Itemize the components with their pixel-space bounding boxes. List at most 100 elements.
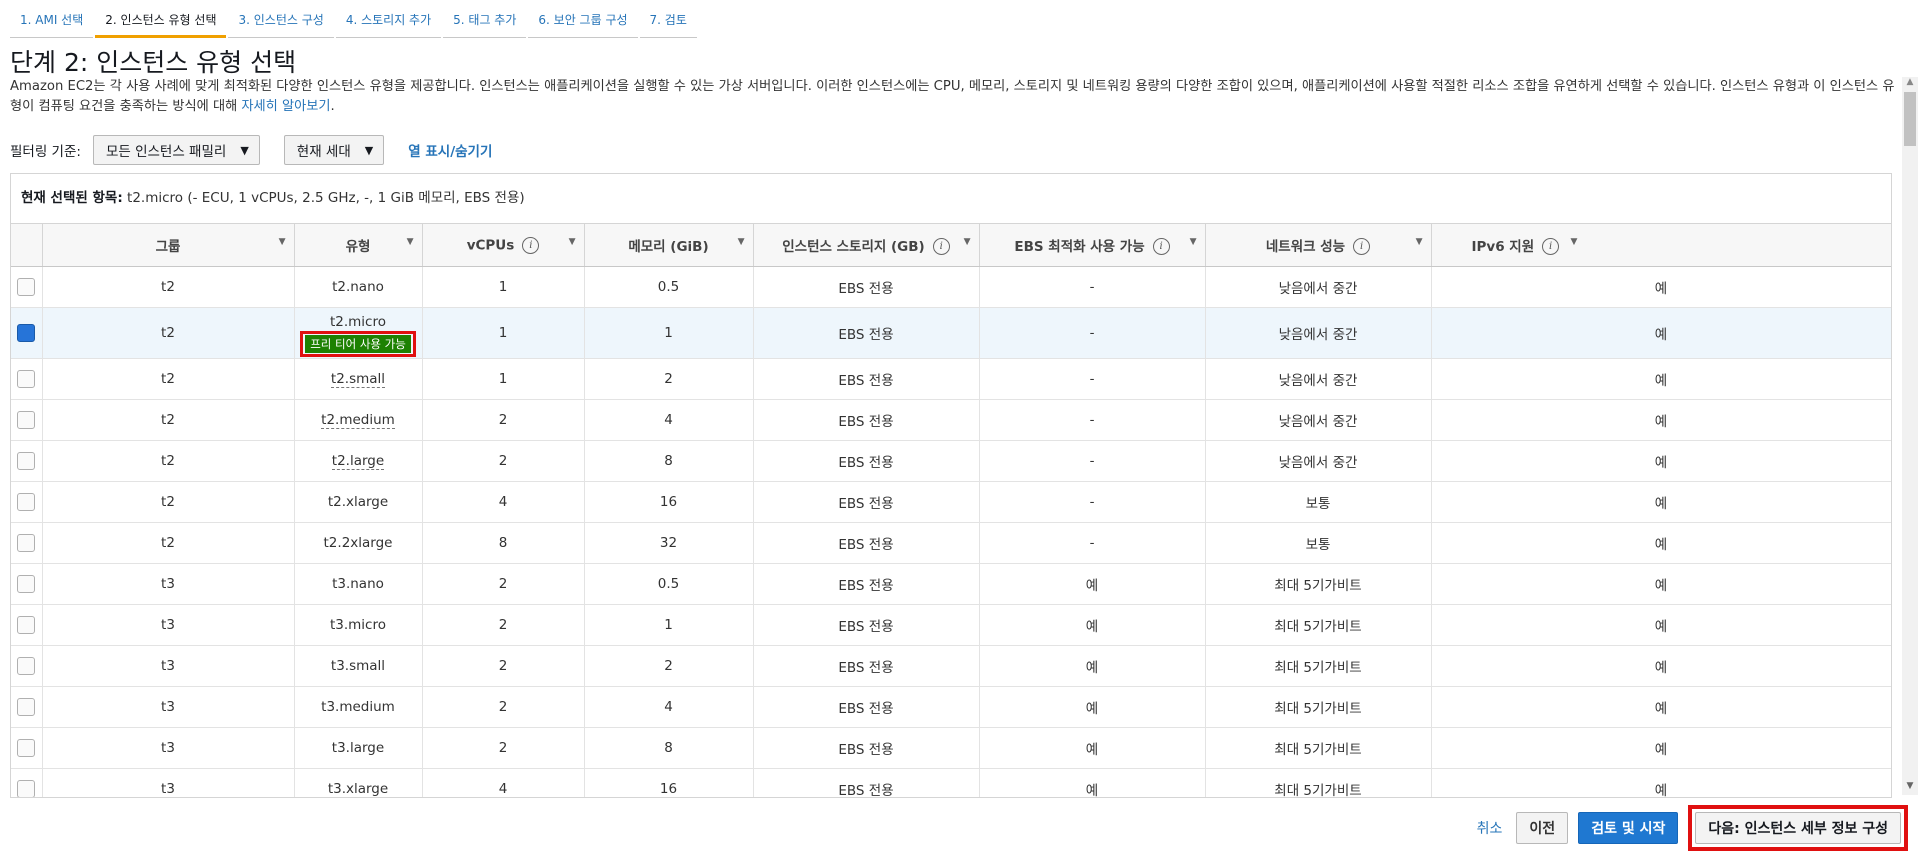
cell-type: t2.nano: [294, 266, 423, 308]
cell-network: 보통: [1205, 481, 1432, 523]
cell-type: t3.medium: [294, 686, 423, 728]
cell-ipv6: 예: [1431, 768, 1891, 797]
header-storage[interactable]: 인스턴스 스토리지 (GB) i ▼: [753, 224, 980, 267]
info-icon[interactable]: i: [522, 236, 540, 254]
cell-network-value: 최대 5기가비트: [1274, 701, 1362, 717]
table-row[interactable]: t3 t3.medium 2 4 EBS 전용 예 최대 5기가비트 예: [11, 686, 1891, 728]
tab-add-storage[interactable]: 4. 스토리지 추가: [335, 0, 442, 38]
info-icon[interactable]: i: [1542, 238, 1560, 256]
cell-memory: 0.5: [584, 563, 754, 605]
sort-icon: ▼: [1415, 237, 1423, 247]
cell-type: t3.large: [294, 727, 423, 769]
tab-configure-security-group[interactable]: 6. 보안 그룹 구성: [528, 0, 638, 38]
cell-storage: EBS 전용: [753, 440, 980, 482]
instance-type-name: t3.micro: [329, 617, 386, 633]
page-scrollbar[interactable]: ▲ ▼: [1902, 77, 1918, 795]
learn-more-link[interactable]: 자세히 알아보기: [241, 99, 330, 114]
row-checkbox[interactable]: [17, 534, 36, 552]
row-checkbox[interactable]: [17, 698, 36, 716]
cell-vcpus: 2: [422, 604, 585, 646]
table-row[interactable]: t3 t3.nano 2 0.5 EBS 전용 예 최대 5기가비트 예: [11, 563, 1891, 605]
previous-button[interactable]: 이전: [1516, 812, 1569, 844]
cell-vcpus-value: 2: [498, 576, 508, 592]
row-checkbox[interactable]: [17, 452, 36, 470]
cell-memory: 0.5: [584, 266, 754, 308]
cell-group: t2: [42, 307, 295, 359]
row-checkbox[interactable]: [17, 278, 36, 296]
row-checkbox[interactable]: [17, 616, 36, 634]
tab-configure-instance[interactable]: 3. 인스턴스 구성: [228, 0, 334, 38]
table-row[interactable]: t2 t2.nano 1 0.5 EBS 전용 - 낮음에서 중간 예: [11, 266, 1891, 308]
cell-memory-value: 4: [664, 699, 673, 715]
header-group[interactable]: 그룹 ▼: [42, 224, 295, 267]
type-wrap: t3.large: [295, 740, 422, 756]
table-row[interactable]: t2 t2.xlarge 4 16 EBS 전용 - 보통 예: [11, 481, 1891, 523]
table-row[interactable]: t3 t3.small 2 2 EBS 전용 예 최대 5기가비트 예: [11, 645, 1891, 687]
scroll-down-arrow-icon[interactable]: ▼: [1902, 781, 1918, 795]
instance-type-name: t3.medium: [321, 699, 395, 715]
row-checkbox[interactable]: [17, 370, 36, 388]
row-checkbox[interactable]: [17, 324, 36, 342]
cell-vcpus-value: 2: [498, 617, 508, 633]
generation-select[interactable]: 현재 세대 ▼: [283, 135, 385, 165]
row-checkbox[interactable]: [17, 739, 36, 757]
row-checkbox[interactable]: [17, 411, 36, 429]
info-icon[interactable]: i: [1152, 238, 1170, 256]
tab-review[interactable]: 7. 검토: [639, 0, 697, 38]
header-ebs[interactable]: EBS 최적화 사용 가능 i ▼: [979, 224, 1206, 267]
cell-group: t2: [42, 399, 295, 441]
instance-family-select[interactable]: 모든 인스턴스 패밀리 ▼: [92, 135, 260, 165]
header-vcpus[interactable]: vCPUs i ▼: [422, 224, 585, 267]
table-row[interactable]: t2 t2.2xlarge 8 32 EBS 전용 - 보통 예: [11, 522, 1891, 564]
instance-type-name: t3.large: [331, 740, 385, 756]
table-row[interactable]: t3 t3.xlarge 4 16 EBS 전용 예 최대 5기가비트 예: [11, 768, 1891, 798]
header-memory[interactable]: 메모리 (GiB) ▼: [584, 224, 754, 267]
cell-storage-value: EBS 전용: [838, 701, 894, 717]
table-row[interactable]: t2 t2.large 2 8 EBS 전용 - 낮음에서 중간 예: [11, 440, 1891, 482]
type-wrap: t2.medium: [295, 412, 422, 429]
cell-type: t3.xlarge: [294, 768, 423, 797]
cell-ebs-value: 예: [1085, 783, 1099, 798]
cell-vcpus-value: 1: [498, 279, 508, 295]
cell-ebs: -: [979, 399, 1206, 441]
scroll-thumb[interactable]: [1904, 92, 1916, 146]
cell-storage-value: EBS 전용: [838, 327, 894, 343]
table-row[interactable]: t3 t3.large 2 8 EBS 전용 예 최대 5기가비트 예: [11, 727, 1891, 769]
cell-type: t3.small: [294, 645, 423, 687]
cell-network: 최대 5기가비트: [1205, 604, 1432, 646]
cell-network: 낮음에서 중간: [1205, 440, 1432, 482]
info-icon[interactable]: i: [932, 238, 950, 256]
cell-ebs: 예: [979, 563, 1206, 605]
row-checkbox[interactable]: [17, 493, 36, 511]
cancel-link[interactable]: 취소: [1477, 818, 1503, 838]
info-icon[interactable]: i: [1353, 238, 1371, 256]
tab-choose-instance-type[interactable]: 2. 인스턴스 유형 선택: [95, 0, 227, 38]
row-checkbox[interactable]: [17, 780, 36, 797]
table-row[interactable]: t2 t2.micro 프리 티어 사용 가능 1 1 EBS 전용 - 낮음에서 중간 예: [11, 307, 1891, 359]
header-ipv6[interactable]: IPv6 지원 i ▼: [1431, 224, 1891, 267]
table-row[interactable]: t3 t3.micro 2 1 EBS 전용 예 최대 5기가비트 예: [11, 604, 1891, 646]
row-select-cell: [11, 481, 43, 523]
show-hide-columns-link[interactable]: 열 표시/숨기기: [408, 140, 492, 160]
free-tier-badge: 프리 티어 사용 가능: [305, 334, 411, 353]
cell-ipv6-value: 예: [1654, 455, 1668, 471]
review-and-launch-button[interactable]: 검토 및 시작: [1578, 812, 1679, 844]
cell-memory: 8: [584, 440, 754, 482]
cell-memory-value: 0.5: [657, 576, 680, 592]
header-type-label: 유형: [345, 239, 371, 255]
row-checkbox[interactable]: [17, 575, 36, 593]
table-row[interactable]: t2 t2.medium 2 4 EBS 전용 - 낮음에서 중간 예: [11, 399, 1891, 441]
tab-choose-ami[interactable]: 1. AMI 선택: [10, 0, 94, 38]
row-select-cell: [11, 522, 43, 564]
tab-add-tags[interactable]: 5. 태그 추가: [443, 0, 527, 38]
header-type[interactable]: 유형 ▼: [294, 224, 423, 267]
row-checkbox[interactable]: [17, 657, 36, 675]
next-configure-instance-button[interactable]: 다음: 인스턴스 세부 정보 구성: [1695, 812, 1901, 844]
row-select-cell: [11, 563, 43, 605]
free-tier-highlight: 프리 티어 사용 가능: [300, 330, 416, 357]
cell-ipv6: 예: [1431, 604, 1891, 646]
chevron-down-icon: ▼: [240, 143, 249, 157]
table-row[interactable]: t2 t2.small 1 2 EBS 전용 - 낮음에서 중간 예: [11, 358, 1891, 400]
header-network[interactable]: 네트워크 성능 i ▼: [1205, 224, 1432, 267]
scroll-up-arrow-icon[interactable]: ▲: [1902, 77, 1918, 91]
